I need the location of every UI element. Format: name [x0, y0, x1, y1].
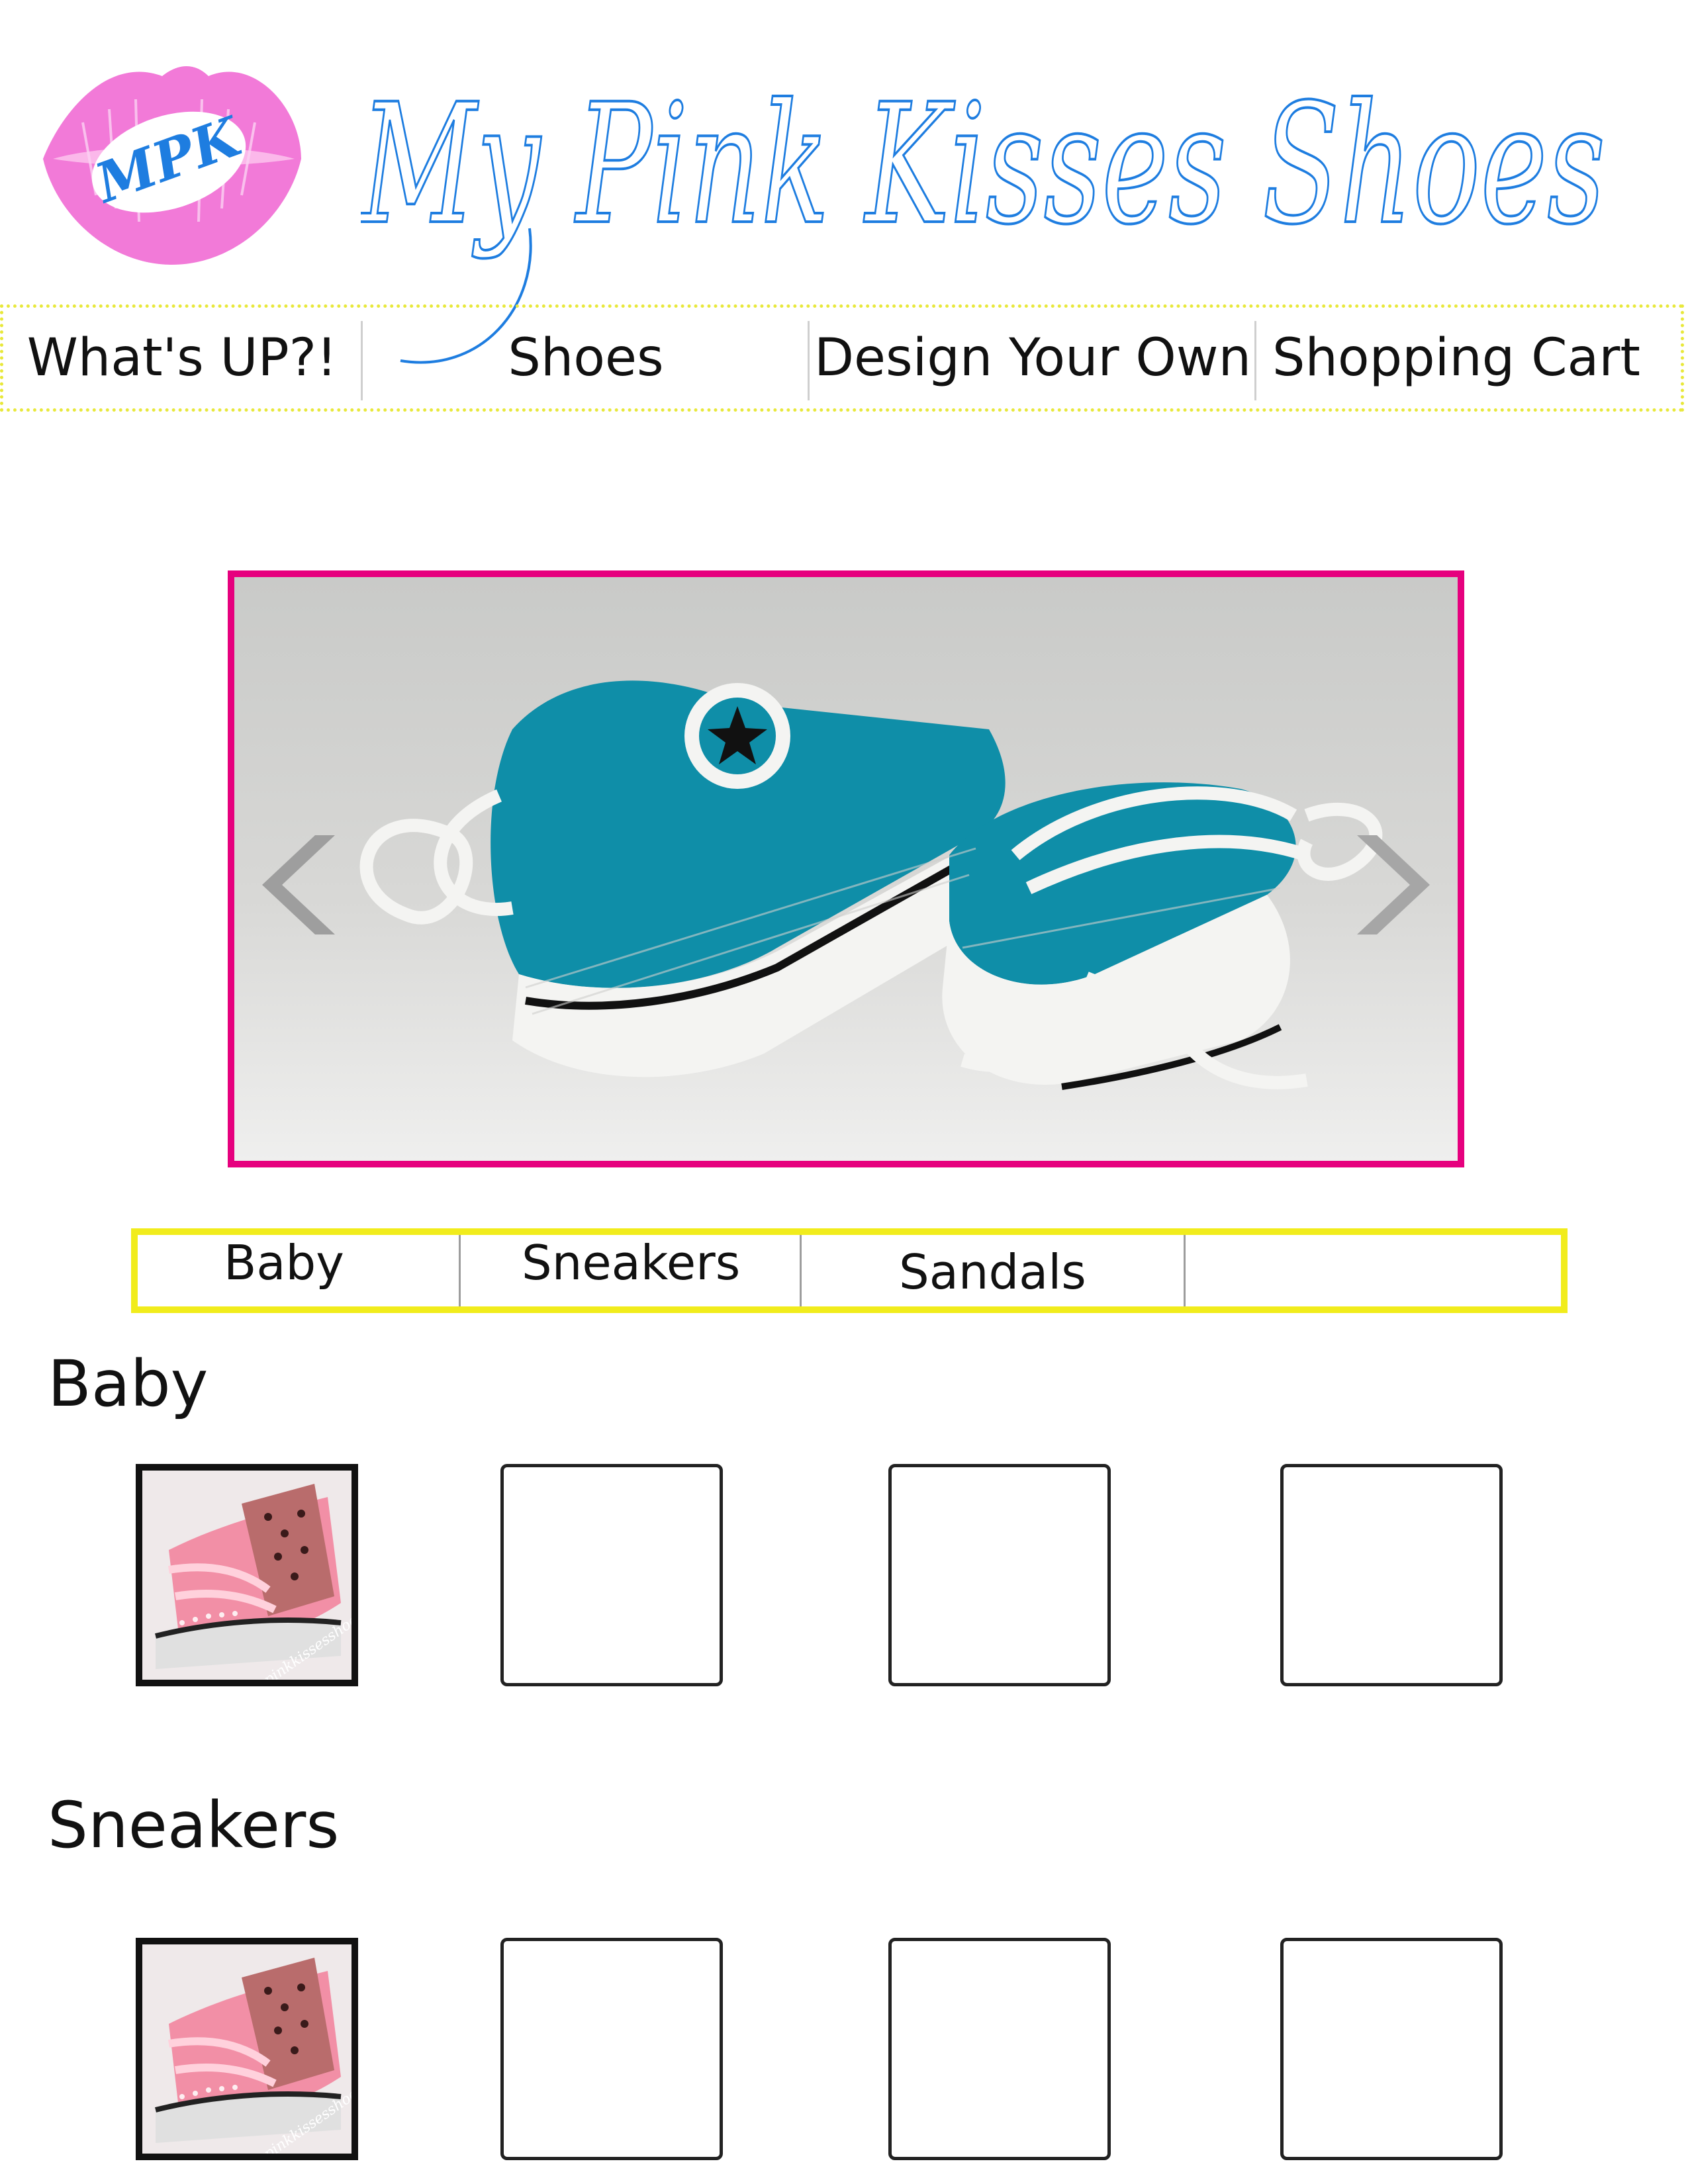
category-tabs: Baby Sneakers Sandals — [131, 1228, 1568, 1313]
nav-item-whats-up[interactable]: What's UP?! — [10, 308, 354, 408]
tab-baby[interactable]: Baby — [224, 1235, 344, 1291]
product-placeholder[interactable] — [888, 1464, 1111, 1686]
nav-divider — [361, 321, 363, 400]
section-title-sneakers: Sneakers — [48, 1788, 340, 1862]
tab-divider — [800, 1235, 802, 1306]
tab-divider — [459, 1235, 461, 1306]
nav-divider — [1254, 321, 1256, 400]
product-thumbnail[interactable]: @Mypinkkissesshoes — [136, 1464, 367, 1711]
tab-divider — [1184, 1235, 1186, 1306]
lips-icon: MPK — [43, 66, 301, 265]
product-placeholder[interactable] — [1280, 1938, 1503, 2160]
nav-item-design-your-own[interactable]: Design Your Own — [811, 308, 1254, 408]
product-thumbnail[interactable]: @Mypinkkissesshoes — [136, 1938, 367, 2184]
section-title-baby: Baby — [48, 1347, 209, 1421]
product-placeholder[interactable] — [1280, 1464, 1503, 1686]
hero-slider[interactable] — [228, 570, 1464, 1167]
product-placeholder[interactable] — [500, 1938, 723, 2160]
tab-sneakers[interactable]: Sneakers — [522, 1235, 740, 1291]
product-placeholder[interactable] — [500, 1464, 723, 1686]
main-nav: What's UP?! Shoes Design Your Own Shoppi… — [0, 304, 1684, 412]
tab-empty[interactable] — [1210, 1235, 1541, 1301]
nav-divider — [808, 321, 810, 400]
slider-image — [234, 577, 1458, 1161]
product-placeholder[interactable] — [888, 1938, 1111, 2160]
chevron-left-icon[interactable] — [256, 829, 342, 941]
nav-item-shoes[interactable]: Shoes — [364, 308, 808, 408]
chevron-right-icon[interactable] — [1350, 829, 1436, 941]
mpk-logo[interactable]: MPK — [36, 36, 308, 275]
tab-sandals[interactable]: Sandals — [899, 1244, 1086, 1300]
nav-item-shopping-cart[interactable]: Shopping Cart — [1258, 308, 1655, 408]
site-title: My Pink Kisses Shoes — [361, 68, 1605, 261]
